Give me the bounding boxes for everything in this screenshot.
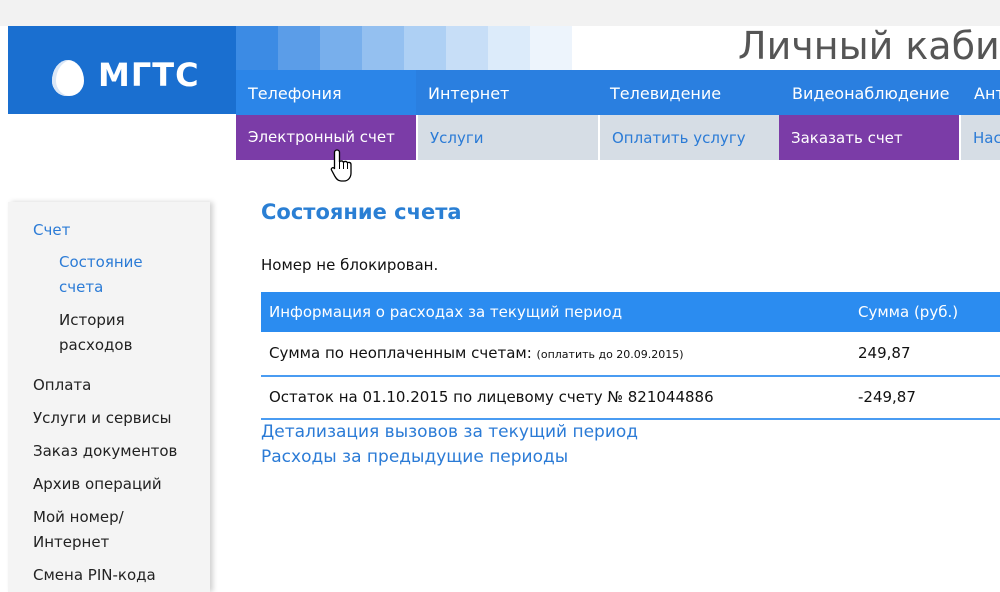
table-row: Сумма по неоплаченным счетам: (оплатить …: [261, 334, 1000, 376]
tab-video-surveillance[interactable]: Видеонаблюдение: [780, 70, 962, 115]
sidebar-section-account[interactable]: Счет: [33, 218, 70, 243]
row-label: Остаток на 01.10.2015 по лицевому счету …: [269, 388, 714, 406]
table-row: Остаток на 01.10.2015 по лицевому счету …: [261, 378, 1000, 420]
subtab-settings[interactable]: Нас: [961, 115, 1000, 160]
egg-logo-icon: [52, 60, 84, 96]
row-amount: 249,87: [858, 344, 911, 362]
row-label: Сумма по неоплаченным счетам:: [269, 344, 532, 362]
block-status: Номер не блокирован.: [261, 256, 439, 274]
section-heading: Состояние счета: [261, 200, 462, 224]
sidebar-item-payment[interactable]: Оплата: [33, 373, 91, 398]
subtab-electronic-bill[interactable]: Электронный счет: [236, 115, 416, 160]
previous-periods-link[interactable]: Расходы за предыдущие периоды: [261, 447, 568, 467]
sidebar-item-my-number[interactable]: Мой номер/Интернет: [33, 505, 193, 555]
sidebar-item-account-status[interactable]: Состояние счета: [59, 250, 169, 300]
subtab-pay-service[interactable]: Оплатить услугу: [600, 115, 780, 160]
sidebar-item-operations-archive[interactable]: Архив операций: [33, 472, 162, 497]
call-details-link[interactable]: Детализация вызовов за текущий период: [261, 422, 638, 442]
tab-television[interactable]: Телевидение: [598, 70, 780, 115]
page-title: Личный каби: [738, 24, 1000, 68]
tab-antivirus[interactable]: Ант: [962, 70, 1000, 115]
header-mosaic: [236, 26, 616, 70]
row-amount: -249,87: [858, 388, 916, 406]
sidebar: Счет Состояние счета История расходов Оп…: [8, 202, 210, 592]
row-divider: [261, 375, 1000, 377]
tab-internet[interactable]: Интернет: [416, 70, 598, 115]
tab-telephony[interactable]: Телефония: [236, 70, 416, 115]
subtab-order-bill[interactable]: Заказать счет: [779, 115, 959, 160]
row-note: (оплатить до 20.09.2015): [536, 348, 684, 361]
header-info: Информация о расходах за текущий период: [269, 303, 623, 321]
sidebar-item-expense-history[interactable]: История расходов: [59, 308, 169, 358]
primary-nav: Телефония Интернет Телевидение Видеонабл…: [236, 70, 1000, 115]
sidebar-item-change-pin[interactable]: Смена PIN-кода: [33, 563, 156, 588]
row-divider: [261, 418, 1000, 420]
sidebar-item-services[interactable]: Услуги и сервисы: [33, 406, 171, 431]
logo-bar[interactable]: МГТС: [8, 26, 236, 114]
brand-name: МГТС: [98, 56, 200, 94]
expenses-table-header: Информация о расходах за текущий период …: [261, 292, 1000, 332]
header-amount: Сумма (руб.): [858, 303, 959, 321]
hand-cursor-icon: [330, 149, 352, 182]
subtab-services[interactable]: Услуги: [418, 115, 598, 160]
top-band: [0, 0, 1000, 26]
sidebar-item-document-order[interactable]: Заказ документов: [33, 439, 177, 464]
